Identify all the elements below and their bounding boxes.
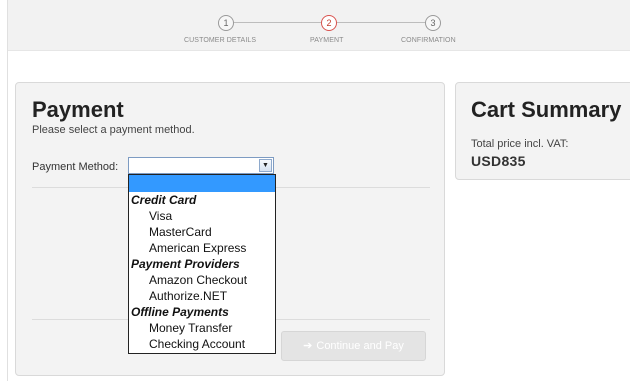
payment-method-select[interactable]: ▼ bbox=[128, 157, 274, 174]
dropdown-option-mastercard[interactable]: MasterCard bbox=[129, 224, 275, 240]
payment-method-label: Payment Method: bbox=[32, 161, 119, 173]
chevron-down-icon[interactable]: ▼ bbox=[259, 159, 272, 172]
dropdown-option-checking-account[interactable]: Checking Account bbox=[129, 336, 275, 352]
step-connector bbox=[336, 22, 426, 23]
arrow-right-icon: ➔ bbox=[303, 340, 313, 352]
continue-button-label: Continue and Pay bbox=[316, 340, 404, 352]
dropdown-group-credit-card: Credit Card bbox=[131, 193, 197, 207]
dropdown-option-empty[interactable] bbox=[129, 175, 275, 192]
cart-summary-title: Cart Summary bbox=[471, 97, 622, 122]
dropdown-option-amazon-checkout[interactable]: Amazon Checkout bbox=[129, 272, 275, 288]
dropdown-option-money-transfer[interactable]: Money Transfer bbox=[129, 320, 275, 336]
continue-and-pay-button[interactable]: ➔ Continue and Pay bbox=[281, 331, 426, 361]
step-2-circle: 2 bbox=[321, 15, 337, 31]
payment-subtitle: Please select a payment method. bbox=[32, 124, 195, 136]
dropdown-option-visa[interactable]: Visa bbox=[129, 208, 275, 224]
step-connector bbox=[232, 22, 322, 23]
dropdown-option-american-express[interactable]: American Express bbox=[129, 240, 275, 256]
total-price-value: USD835 bbox=[471, 153, 526, 169]
step-3-circle: 3 bbox=[425, 15, 441, 31]
dropdown-group-payment-providers: Payment Providers bbox=[131, 257, 240, 271]
total-price-label: Total price incl. VAT: bbox=[471, 138, 569, 150]
step-1-label: CUSTOMER DETAILS bbox=[184, 37, 257, 44]
left-border bbox=[7, 0, 8, 381]
payment-title: Payment bbox=[32, 97, 124, 122]
step-3-label: CONFIRMATION bbox=[401, 37, 456, 44]
payment-method-dropdown[interactable]: Credit Card Visa MasterCard American Exp… bbox=[128, 174, 276, 354]
step-2-label: PAYMENT bbox=[310, 37, 344, 44]
dropdown-option-authorize-net[interactable]: Authorize.NET bbox=[129, 288, 275, 304]
cart-summary-panel: Cart Summary Total price incl. VAT: USD8… bbox=[455, 82, 630, 180]
dropdown-group-offline-payments: Offline Payments bbox=[131, 305, 229, 319]
step-1-circle: 1 bbox=[218, 15, 234, 31]
checkout-steps: 1 CUSTOMER DETAILS 2 PAYMENT 3 CONFIRMAT… bbox=[8, 0, 630, 51]
